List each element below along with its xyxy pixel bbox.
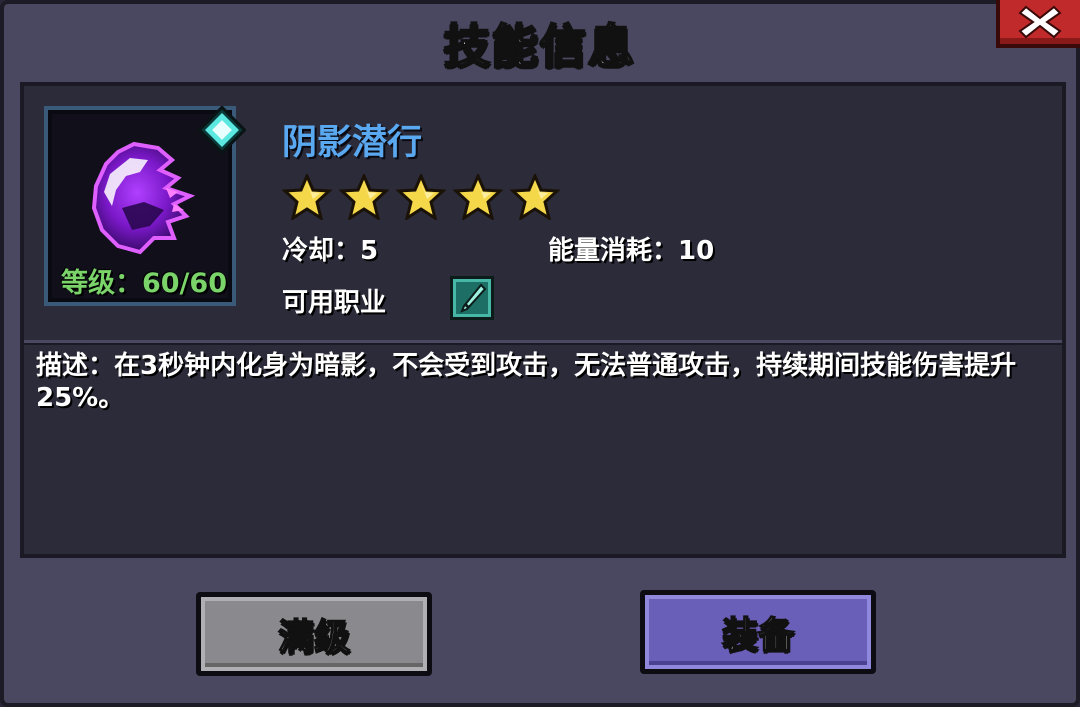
cooldown-stat: 冷却：5	[282, 236, 379, 266]
skill-description: 描述：在3秒钟内化身为暗影，不会受到攻击，无法普通攻击，持续期间技能伤害提升25…	[36, 351, 1017, 413]
star-icon	[396, 174, 446, 220]
skill-name: 阴影潜行	[282, 123, 423, 163]
equip-button[interactable]: 装备	[640, 590, 876, 674]
star-rating	[282, 174, 560, 220]
shadow-orb-icon	[91, 141, 196, 255]
title-bar: 技能信息	[4, 4, 1076, 82]
close-icon	[1018, 5, 1062, 39]
max-level-button[interactable]: 满级	[196, 592, 432, 676]
star-icon	[510, 174, 560, 220]
star-icon	[339, 174, 389, 220]
star-icon	[282, 174, 332, 220]
skill-details-panel: 等级：60/60 阴影潜行 冷却：5 能量消耗：10 可用职业 描述：在3秒钟内…	[20, 82, 1066, 558]
sword-icon	[450, 276, 494, 320]
close-button[interactable]	[996, 0, 1080, 48]
available-class-label: 可用职业	[282, 288, 387, 318]
energy-cost-stat: 能量消耗：10	[548, 236, 715, 266]
skill-icon-frame: 等级：60/60	[44, 106, 246, 306]
diamond-gem-icon	[198, 106, 246, 154]
section-divider	[24, 340, 1062, 345]
dialog-title: 技能信息	[443, 18, 636, 74]
skill-level: 等级：60/60	[60, 268, 227, 299]
star-icon	[453, 174, 503, 220]
skill-info-dialog: 技能信息 等级：60/60 阴影潜行 冷却：5 能量消耗：10 可用职业 描述：…	[0, 0, 1080, 707]
